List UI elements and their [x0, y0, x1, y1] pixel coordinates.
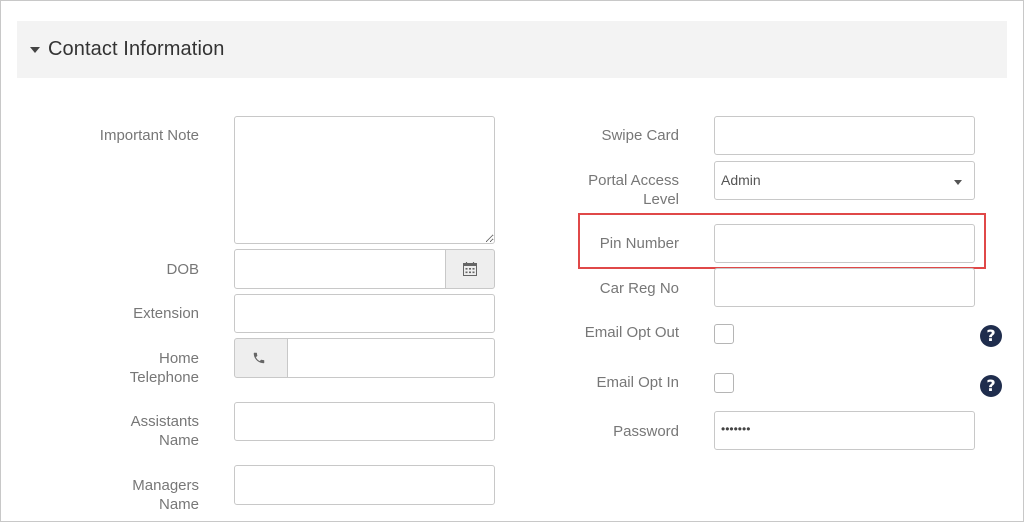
important-note-textarea[interactable] — [234, 116, 495, 244]
password-value: ••••••• — [721, 422, 751, 436]
managers-name-input[interactable] — [234, 465, 495, 505]
password-label: Password — [613, 423, 679, 440]
phone-addon — [234, 338, 288, 378]
email-opt-out-label: Email Opt Out — [584, 324, 679, 341]
home-telephone-input[interactable] — [287, 338, 495, 378]
phone-icon — [253, 352, 265, 364]
password-input[interactable]: ••••••• — [714, 411, 975, 450]
email-opt-in-help-icon[interactable]: ? — [980, 375, 1002, 397]
managers-name-label: Managers Name — [132, 477, 199, 513]
pin-number-highlight — [578, 213, 986, 269]
caret-down-icon[interactable] — [30, 47, 40, 53]
portal-access-level-select[interactable]: Admin — [714, 161, 975, 200]
dob-input[interactable] — [234, 249, 446, 289]
section-header[interactable]: Contact Information — [17, 21, 1007, 78]
email-opt-in-label: Email Opt In — [596, 374, 679, 391]
email-opt-out-help-icon[interactable]: ? — [980, 325, 1002, 347]
portal-access-level-label: Portal Access Level — [588, 172, 679, 208]
dropdown-arrow-icon — [954, 180, 962, 185]
car-reg-no-label: Car Reg No — [599, 280, 679, 297]
extension-label: Extension — [133, 305, 199, 322]
email-opt-out-checkbox[interactable] — [714, 324, 734, 344]
extension-input[interactable] — [234, 294, 495, 333]
home-telephone-label: Home Telephone — [129, 350, 199, 386]
dob-label: DOB — [166, 261, 199, 278]
car-reg-no-input[interactable] — [714, 268, 975, 307]
important-note-label: Important Note — [99, 127, 199, 144]
calendar-icon — [463, 262, 477, 276]
email-opt-in-checkbox[interactable] — [714, 373, 734, 393]
swipe-card-label: Swipe Card — [601, 127, 679, 144]
assistants-name-input[interactable] — [234, 402, 495, 441]
assistants-name-label: Assistants Name — [130, 413, 199, 449]
portal-access-level-value: Admin — [721, 172, 761, 188]
section-title: Contact Information — [48, 38, 225, 60]
swipe-card-input[interactable] — [714, 116, 975, 155]
calendar-button[interactable] — [445, 249, 495, 289]
